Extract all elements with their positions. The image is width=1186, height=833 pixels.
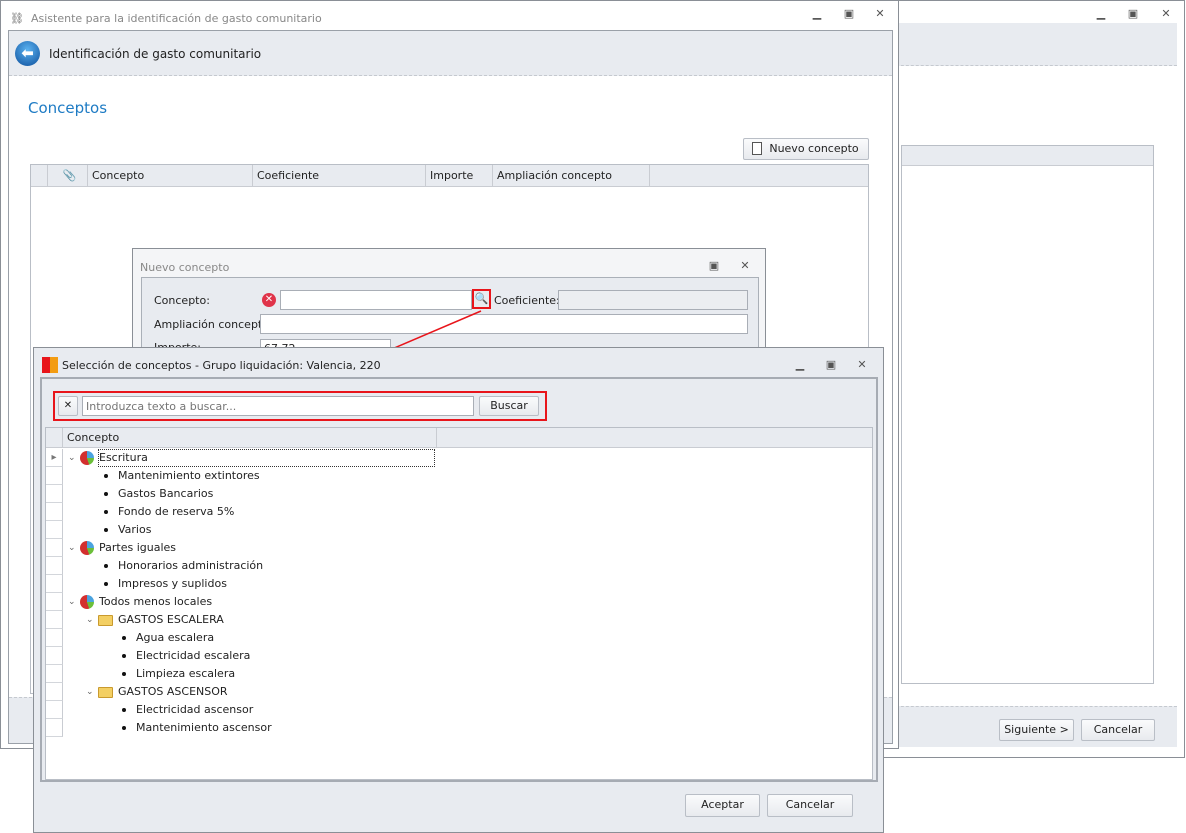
row-indicator [46,593,63,611]
tree-node[interactable]: ⌄ Partes iguales [68,539,176,557]
folder-icon [98,686,113,698]
folder-icon [98,614,113,626]
tree-rows: ▸ ⌄ Escritura Mantenimiento extintores Gasto… [46,449,872,779]
tree-item[interactable]: Gastos Bancarios [104,485,213,503]
accept-button[interactable]: Aceptar [685,794,760,817]
dialog-title: Selección de conceptos - Grupo liquidaci… [62,359,381,372]
bullet-icon [104,582,108,586]
bullet-icon [104,474,108,478]
cancel-button[interactable]: Cancelar [767,794,853,817]
bullet-icon [122,726,126,730]
app-icon [42,357,58,373]
row-indicator [46,701,63,719]
bullet-icon [104,528,108,532]
chevron-down-icon[interactable]: ⌄ [68,593,80,611]
tree-item[interactable]: Limpieza escalera [122,665,235,683]
tree-label: Mantenimiento extintores [118,469,260,482]
row-indicator [46,539,63,557]
tree-label: Escritura [98,449,435,467]
tree-header: Concepto [46,428,872,448]
pie-chart-icon [80,451,94,465]
tree-label: Partes iguales [99,541,177,554]
tree-item[interactable]: Varios [104,521,151,539]
tree-label: Mantenimiento ascensor [136,721,272,734]
concept-tree: Concepto ▸ ⌄ Escritura Mantenimiento extint… [45,427,873,780]
row-indicator [46,719,63,737]
search-input[interactable] [82,396,474,416]
tree-label: Electricidad escalera [136,649,251,662]
concept-selection-dialog: Selección de conceptos - Grupo liquidaci… [33,347,884,833]
row-indicator [46,557,63,575]
search-button[interactable]: Buscar [479,396,539,416]
tree-label: Todos menos locales [99,595,213,608]
tree-label: GASTOS ESCALERA [118,613,224,626]
tree-item[interactable]: Impresos y suplidos [104,575,227,593]
bullet-icon [122,672,126,676]
bullet-icon [122,654,126,658]
tree-item[interactable]: Fondo de reserva 5% [104,503,234,521]
tree-label: Fondo de reserva 5% [118,505,235,518]
tree-label: Electricidad ascensor [136,703,254,716]
tree-label: GASTOS ASCENSOR [118,685,228,698]
row-indicator [46,665,63,683]
tree-item[interactable]: Electricidad escalera [122,647,250,665]
chevron-down-icon[interactable]: ⌄ [68,539,80,557]
content-panel: ✕ Buscar Concepto ▸ ⌄ Escritura Mantenimien… [40,377,878,782]
tree-item[interactable]: Mantenimiento extintores [104,467,260,485]
bullet-icon [122,636,126,640]
tree-item[interactable]: Electricidad ascensor [122,701,253,719]
tree-label: Gastos Bancarios [118,487,214,500]
row-indicator [46,611,63,629]
tree-label: Honorarios administración [118,559,264,572]
tree-item[interactable]: Honorarios administración [104,557,263,575]
tree-label: Agua escalera [136,631,215,644]
row-indicator [46,485,63,503]
tree-item[interactable]: Mantenimiento ascensor [122,719,272,737]
tree-label: Limpieza escalera [136,667,236,680]
bullet-icon [104,492,108,496]
tree-label: Varios [118,523,152,536]
tree-node[interactable]: ⌄ GASTOS ESCALERA [86,611,224,629]
bullet-icon [122,708,126,712]
close-icon[interactable]: ✕ [855,359,869,371]
pie-chart-icon [80,595,94,609]
row-indicator [46,683,63,701]
row-indicator [46,467,63,485]
bullet-icon [104,564,108,568]
maximize-icon[interactable]: ▣ [824,359,838,371]
indicator-col [46,428,63,447]
tree-label: Impresos y suplidos [118,577,227,590]
row-indicator [46,521,63,539]
row-indicator [46,647,63,665]
chevron-down-icon[interactable]: ⌄ [68,449,80,467]
clear-search-button[interactable]: ✕ [58,396,78,416]
search-bar: ✕ Buscar [53,391,547,421]
col-concepto[interactable]: Concepto [63,428,437,447]
bullet-icon [104,510,108,514]
row-indicator [46,629,63,647]
tree-node[interactable]: ⌄ Escritura [68,449,435,467]
tree-node[interactable]: ⌄ GASTOS ASCENSOR [86,683,228,701]
tree-item[interactable]: Agua escalera [122,629,214,647]
row-indicator [46,575,63,593]
chevron-down-icon[interactable]: ⌄ [86,683,98,701]
row-indicator: ▸ [46,449,63,467]
row-indicator [46,503,63,521]
pie-chart-icon [80,541,94,555]
minimize-icon[interactable]: ▁ [793,359,807,371]
chevron-down-icon[interactable]: ⌄ [86,611,98,629]
tree-node[interactable]: ⌄ Todos menos locales [68,593,212,611]
